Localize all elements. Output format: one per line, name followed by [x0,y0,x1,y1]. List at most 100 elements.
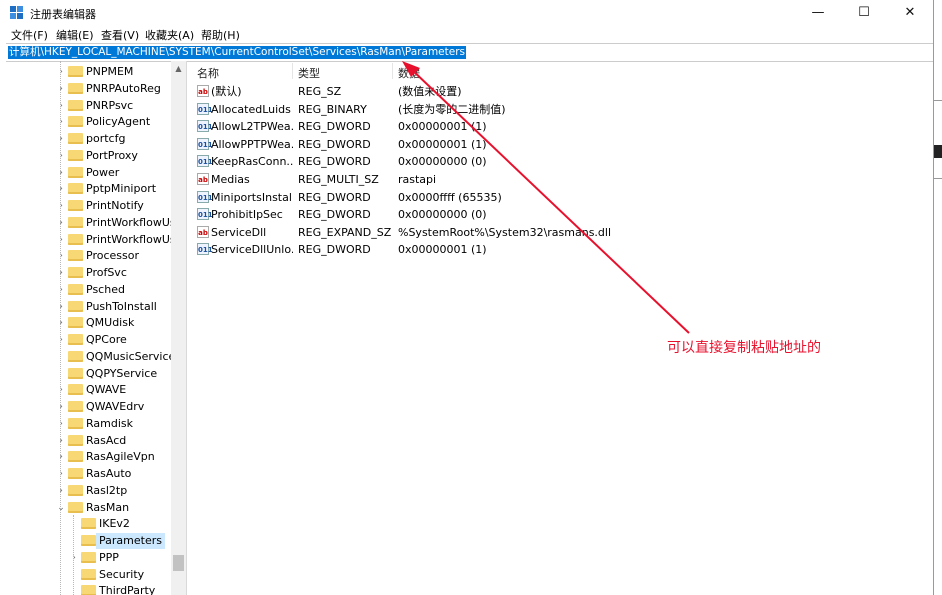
expand-chevron-icon[interactable]: › [56,131,66,147]
expand-chevron-icon[interactable]: › [56,181,66,197]
expand-chevron-icon[interactable]: › [56,114,66,130]
expand-chevron-icon[interactable]: › [56,433,66,449]
tree-node[interactable]: › PptpMiniport [6,181,171,197]
maximize-button[interactable]: ☐ [841,0,887,25]
tree-node[interactable]: › QMUdisk [6,315,171,331]
scroll-up-icon[interactable]: ▲ [171,61,186,76]
collapse-chevron-icon[interactable]: ⌄ [56,500,66,516]
tree-node[interactable]: › ProfSvc [6,265,171,281]
folder-icon [68,417,83,429]
tree-node[interactable]: › RasAgileVpn [6,449,171,465]
expand-chevron-icon[interactable]: › [56,332,66,348]
tree-node[interactable]: › Ramdisk [6,416,171,432]
expand-chevron-icon[interactable]: › [56,449,66,465]
values-list[interactable]: 名称 类型 数据 ab (默认) REG_SZ (数值未设置) 011 Allocated… [192,61,933,595]
expand-chevron-icon[interactable]: › [56,282,66,298]
tree-node[interactable]: › PolicyAgent [6,114,171,130]
tree-node-label: Parameters [96,533,165,549]
tree-node[interactable]: ⌄ RasMan [6,500,171,516]
tree-node-label: PushToInstall [86,299,157,313]
column-header-name[interactable]: 名称 [197,65,219,81]
expand-chevron-icon[interactable]: › [56,382,66,398]
minimize-button[interactable]: — [795,0,841,25]
tree-node[interactable]: › portcfg [6,131,171,147]
tree-scrollbar[interactable]: ▲ [171,61,186,595]
expand-chevron-icon[interactable]: › [56,416,66,432]
value-row[interactable]: 011MiniportsInstal... REG_DWORD 0x0000ffff… [192,189,933,206]
tree-node[interactable]: QQMusicService [6,349,175,365]
expand-chevron-icon[interactable]: › [56,248,66,264]
value-row[interactable]: ab Medias REG_MULTI_SZ rastapi [192,171,933,188]
value-row[interactable]: 011 ServiceDllUnlo... REG_DWORD 0x00000001 … [192,241,933,258]
expand-chevron-icon[interactable]: › [56,81,66,97]
value-row[interactable]: 011 KeepRasConn... REG_DWORD 0x00000000 (0) [192,153,933,170]
expand-chevron-icon[interactable]: › [56,399,66,415]
tree-node[interactable]: › PrintNotify [6,198,171,214]
tree-node[interactable]: › PPP [6,550,171,566]
tree-node[interactable]: › QWAVEdrv [6,399,171,415]
value-row[interactable]: 011 AllowPPTPWea... REG_DWORD 0x00000001 (1… [192,136,933,153]
tree-node[interactable]: › Rasl2tp [6,483,171,499]
tree-node[interactable]: IKEv2 [6,516,171,532]
tree-node[interactable]: › QPCore [6,332,171,348]
tree-node-label: PortProxy [86,148,138,162]
tree-node[interactable]: › PNRPsvc [6,98,171,114]
expand-chevron-icon[interactable]: › [56,483,66,499]
value-row[interactable]: ab ServiceDll REG_EXPAND_SZ %SystemRoot%\Sy… [192,224,933,241]
value-row[interactable]: 011 AllocatedLuids REG_BINARY (长度为零的二进制值) [192,101,933,118]
menu-view[interactable]: 查看(V) [101,27,139,43]
menu-help[interactable]: 帮助(H) [201,27,240,43]
tree-node[interactable]: › PortProxy [6,148,171,164]
menu-edit[interactable]: 编辑(E) [56,27,94,43]
tree-node[interactable]: › QWAVE [6,382,171,398]
tree-node[interactable]: › PrintWorkflowUse [6,232,182,248]
binary-value-icon: 011 [197,102,213,115]
tree-node-label: PrintWorkflowUse [86,215,183,229]
expand-chevron-icon[interactable]: › [69,550,79,566]
column-header-data[interactable]: 数据 [398,65,420,81]
tree-node[interactable]: › RasAuto [6,466,171,482]
value-row[interactable]: 011 ProhibitIpSec REG_DWORD 0x00000000 (0) [192,206,933,223]
tree-node[interactable]: Security [6,567,171,583]
tree-node[interactable]: QQPYService [6,366,171,382]
expand-chevron-icon[interactable]: › [56,215,66,231]
tree-node[interactable]: › PrintWorkflowUse [6,215,182,231]
close-button[interactable]: ✕ [887,0,933,25]
column-divider[interactable] [292,63,293,79]
expand-chevron-icon[interactable]: › [56,299,66,315]
address-bar[interactable]: 计算机\HKEY_LOCAL_MACHINE\SYSTEM\CurrentCon… [6,43,933,62]
menu-favorites[interactable]: 收藏夹(A) [145,27,194,43]
expand-chevron-icon[interactable]: › [56,232,66,248]
expand-chevron-icon[interactable]: › [56,466,66,482]
folder-icon [68,216,83,228]
column-divider[interactable] [392,63,393,79]
expand-chevron-icon[interactable]: › [56,64,66,80]
scrollbar-thumb[interactable] [173,555,184,571]
column-header-type[interactable]: 类型 [298,65,320,81]
tree-node[interactable]: › PNRPAutoReg [6,81,171,97]
tree-node[interactable]: › Processor [6,248,171,264]
tree-node[interactable]: › Power [6,165,171,181]
tree-node[interactable]: › PNPMEM [6,64,171,80]
tree-node-label: Rasl2tp [86,483,128,497]
expand-chevron-icon[interactable]: › [56,148,66,164]
address-text[interactable]: 计算机\HKEY_LOCAL_MACHINE\SYSTEM\CurrentCon… [8,46,467,59]
expand-chevron-icon[interactable]: › [56,315,66,331]
menu-file[interactable]: 文件(F) [11,27,48,43]
tree-node[interactable]: › Psched [6,282,171,298]
value-name: MiniportsInstal... [211,190,293,204]
key-tree[interactable]: › PNPMEM › PNRPAutoReg › PNRPsvc › PolicyAgent ›… [6,61,187,595]
string-value-icon: ab [197,85,209,97]
tree-node[interactable]: › RasAcd [6,433,171,449]
expand-chevron-icon[interactable]: › [56,265,66,281]
value-type: REG_MULTI_SZ [298,173,379,186]
expand-chevron-icon[interactable]: › [56,165,66,181]
tree-node[interactable]: Parameters [6,533,171,549]
expand-chevron-icon[interactable]: › [56,98,66,114]
title-bar[interactable]: 注册表编辑器 — ☐ ✕ [0,0,933,25]
tree-node[interactable]: › PushToInstall [6,299,171,315]
value-row[interactable]: 011 AllowL2TPWea... REG_DWORD 0x00000001 (1… [192,118,933,135]
expand-chevron-icon[interactable]: › [56,198,66,214]
value-row[interactable]: ab (默认) REG_SZ (数值未设置) [192,83,933,100]
tree-node[interactable]: ThirdParty [6,583,171,595]
